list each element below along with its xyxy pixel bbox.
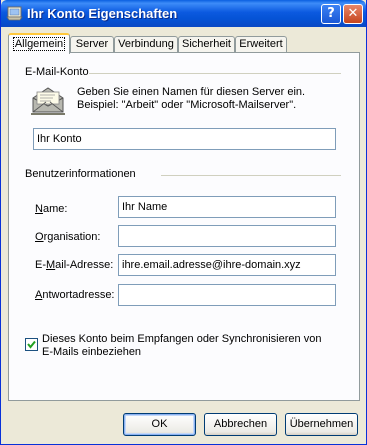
tab-verbindung[interactable]: Verbindung bbox=[114, 36, 178, 53]
cancel-button[interactable]: Abbrechen bbox=[204, 413, 277, 436]
tab-allgemein[interactable]: Allgemein bbox=[8, 33, 70, 54]
reply-address-label: Antwortadresse: bbox=[35, 289, 115, 301]
group-divider bbox=[89, 73, 341, 74]
apply-button[interactable]: Übernehmen bbox=[285, 413, 358, 436]
title-bar[interactable]: Ihr Konto Eigenschaften ? ✕ bbox=[1, 0, 366, 27]
mail-server-icon bbox=[31, 87, 65, 115]
ok-button[interactable]: OK bbox=[123, 413, 196, 436]
account-properties-icon bbox=[6, 6, 23, 21]
user-info-group-label: Benutzerinformationen bbox=[25, 168, 136, 180]
tab-erweitert[interactable]: Erweitert bbox=[235, 36, 287, 53]
group-divider bbox=[161, 175, 341, 176]
help-button[interactable]: ? bbox=[321, 4, 341, 24]
tab-sicherheit[interactable]: Sicherheit bbox=[178, 36, 235, 53]
email-account-group-label: E-Mail-Konto bbox=[25, 66, 89, 78]
name-input[interactable]: Ihr Name bbox=[118, 196, 336, 218]
reply-address-input[interactable] bbox=[118, 284, 336, 306]
email-address-label: E-Mail-Adresse: bbox=[35, 259, 114, 271]
tab-server[interactable]: Server bbox=[70, 36, 114, 53]
account-name-input[interactable]: Ihr Konto bbox=[33, 128, 336, 150]
email-account-description: Geben Sie einen Namen für diesen Server … bbox=[77, 86, 306, 111]
close-button[interactable]: ✕ bbox=[343, 4, 363, 24]
organisation-input[interactable] bbox=[118, 225, 336, 247]
organisation-label: Organisation: bbox=[35, 231, 101, 243]
include-account-label[interactable]: Dieses Konto beim Empfangen oder Synchro… bbox=[42, 333, 332, 359]
checkmark-icon bbox=[27, 340, 36, 349]
email-address-input[interactable]: ihre.email.adresse@ihre-domain.xyz bbox=[118, 254, 336, 276]
name-label: Name: bbox=[35, 203, 68, 215]
properties-dialog: Ihr Konto Eigenschaften ? ✕ Allgemein Se… bbox=[0, 0, 367, 445]
window-title: Ihr Konto Eigenschaften bbox=[27, 6, 178, 21]
include-account-checkbox[interactable] bbox=[25, 338, 38, 351]
